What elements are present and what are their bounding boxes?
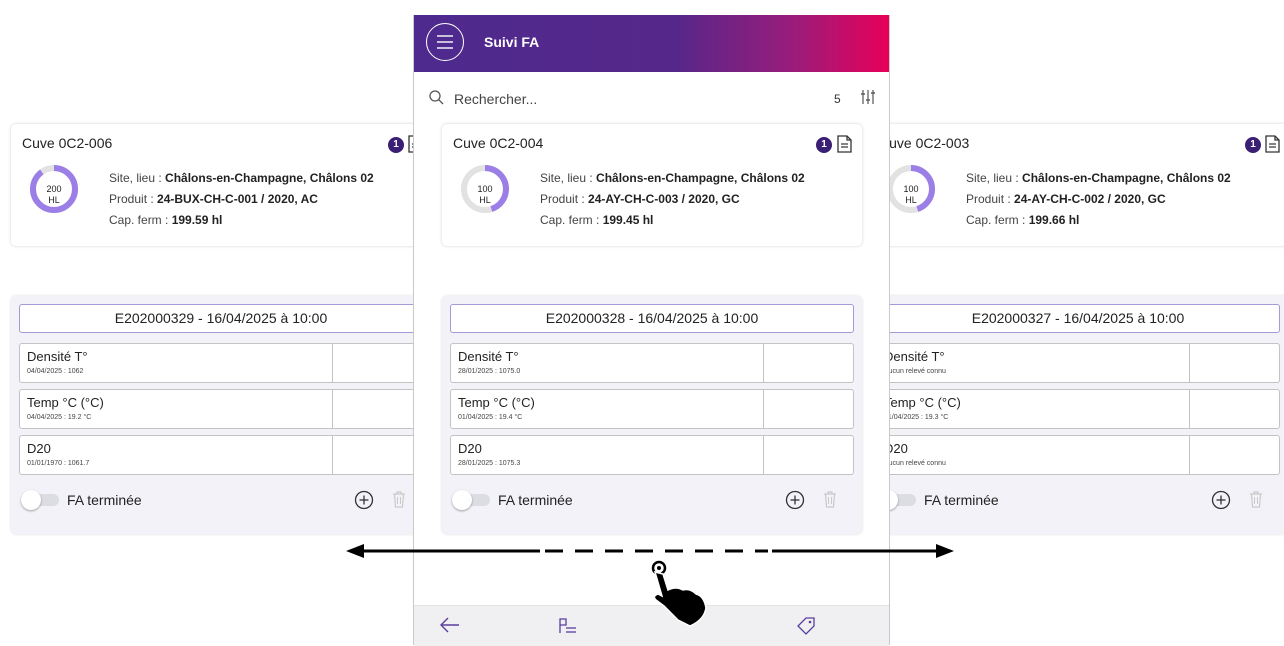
capacity-info: Cap. ferm : 199.45 hl bbox=[540, 213, 654, 227]
measure-input[interactable] bbox=[763, 389, 853, 429]
add-icon[interactable] bbox=[1211, 490, 1231, 515]
cuve-name: Cuve 0C2-003 bbox=[879, 135, 970, 151]
cuve-card[interactable]: Cuve 0C2-003 1 100 HL Site, lieu : Châlon… bbox=[868, 124, 1284, 246]
fa-card: E202000329 - 16/04/2025 à 10:00 Densité … bbox=[11, 296, 431, 534]
cuve-card[interactable]: Cuve 0C2-004 1 100 HL Site, lieu : Châlon… bbox=[442, 124, 862, 246]
measure-last-value: 01/01/1970 : 1061.7 bbox=[27, 460, 90, 467]
measure-last-value: 01/04/2025 : 19.3 °C bbox=[884, 414, 949, 421]
search-input[interactable] bbox=[454, 86, 754, 112]
app-bar: Suivi FA bbox=[414, 15, 889, 72]
notification-badge: 1 bbox=[816, 137, 832, 153]
add-icon[interactable] bbox=[785, 490, 805, 515]
search-bar: 5 bbox=[414, 72, 889, 124]
trash-icon[interactable] bbox=[391, 489, 407, 514]
add-icon[interactable] bbox=[354, 490, 374, 515]
measure-row[interactable]: D20 01/01/1970 : 1061.7 bbox=[19, 435, 423, 475]
phone-screen: Suivi FA 5 Cuve 0C2-004 1 100HL Site, li… bbox=[413, 15, 890, 646]
measure-input[interactable] bbox=[763, 435, 853, 475]
list-icon[interactable] bbox=[558, 617, 578, 640]
measure-row[interactable]: Temp °C (°C) 04/04/2025 : 19.2 °C bbox=[19, 389, 423, 429]
gauge-value: 100 HL bbox=[477, 184, 493, 205]
measure-input[interactable] bbox=[763, 343, 853, 383]
measure-label: Temp °C (°C) bbox=[458, 395, 535, 410]
bottom-bar bbox=[414, 605, 889, 646]
site-info: Site, lieu : Châlons-en-Champagne, Châlo… bbox=[540, 171, 805, 185]
result-count: 5 bbox=[834, 92, 841, 106]
capacity-info: Cap. ferm : 199.59 hl bbox=[109, 213, 223, 227]
measure-row[interactable]: D20 Aucun relevé connu bbox=[876, 435, 1280, 475]
measure-input[interactable] bbox=[1189, 435, 1279, 475]
trash-icon[interactable] bbox=[1248, 489, 1264, 514]
notification-badge: 1 bbox=[1245, 137, 1261, 153]
measure-input[interactable] bbox=[1189, 343, 1279, 383]
measure-label: Temp °C (°C) bbox=[27, 395, 104, 410]
measure-last-value: Aucun relevé connu bbox=[884, 368, 946, 375]
cuve-name: Cuve 0C2-006 bbox=[22, 135, 113, 151]
measure-label: Densité T° bbox=[884, 349, 945, 364]
measure-last-value: Aucun relevé connu bbox=[884, 460, 946, 467]
notification-badge: 1 bbox=[388, 137, 404, 153]
measure-last-value: 01/04/2025 : 19.4 °C bbox=[458, 414, 523, 421]
tag-icon[interactable] bbox=[796, 617, 816, 640]
toggle-label: FA terminée bbox=[67, 492, 142, 508]
toggle-label: FA terminée bbox=[498, 492, 573, 508]
menu-icon bbox=[437, 35, 453, 49]
measure-row[interactable]: Densité T° 04/04/2025 : 1062 bbox=[19, 343, 423, 383]
swipe-arrow-head-left bbox=[346, 544, 364, 558]
measure-label: Temp °C (°C) bbox=[884, 395, 961, 410]
fa-header[interactable]: E202000329 - 16/04/2025 à 10:00 bbox=[19, 304, 423, 333]
measure-row[interactable]: Temp °C (°C) 01/04/2025 : 19.3 °C bbox=[876, 389, 1280, 429]
cuve-name: Cuve 0C2-004 bbox=[453, 135, 544, 151]
product-info: Produit : 24-BUX-CH-C-001 / 2020, AC bbox=[109, 192, 318, 206]
measure-last-value: 04/04/2025 : 19.2 °C bbox=[27, 414, 92, 421]
fa-finished-toggle[interactable] bbox=[21, 490, 61, 510]
fa-card: E202000328 - 16/04/2025 à 10:00 Densité … bbox=[442, 296, 862, 534]
site-info: Site, lieu : Châlons-en-Champagne, Châlo… bbox=[109, 171, 374, 185]
measure-row[interactable]: Densité T° 28/01/2025 : 1075.0 bbox=[450, 343, 854, 383]
measure-label: D20 bbox=[27, 441, 51, 456]
product-info: Produit : 24-AY-CH-C-002 / 2020, GC bbox=[966, 192, 1166, 206]
measure-input[interactable] bbox=[332, 389, 422, 429]
measure-label: D20 bbox=[458, 441, 482, 456]
cuve-card[interactable]: Cuve 0C2-006 1 200 HL Site, lieu : Châlon… bbox=[11, 124, 431, 246]
measure-input[interactable] bbox=[332, 343, 422, 383]
measure-label: Densité T° bbox=[458, 349, 519, 364]
capacity-info: Cap. ferm : 199.66 hl bbox=[966, 213, 1080, 227]
fa-header[interactable]: E202000327 - 16/04/2025 à 10:00 bbox=[876, 304, 1280, 333]
fa-card: E202000327 - 16/04/2025 à 10:00 Densité … bbox=[868, 296, 1284, 534]
gauge-value: 200 HL bbox=[46, 184, 62, 205]
fa-finished-toggle[interactable] bbox=[452, 490, 492, 510]
document-icon[interactable] bbox=[837, 135, 852, 158]
product-info: Produit : 24-AY-CH-C-003 / 2020, GC bbox=[540, 192, 740, 206]
measure-row[interactable]: Densité T° Aucun relevé connu bbox=[876, 343, 1280, 383]
search-icon bbox=[429, 90, 444, 110]
measure-input[interactable] bbox=[332, 435, 422, 475]
gauge-value: 100 HL bbox=[903, 184, 919, 205]
measure-row[interactable]: Temp °C (°C) 01/04/2025 : 19.4 °C bbox=[450, 389, 854, 429]
app-title: Suivi FA bbox=[484, 34, 540, 50]
menu-button[interactable] bbox=[426, 23, 464, 61]
site-info: Site, lieu : Châlons-en-Champagne, Châlo… bbox=[966, 171, 1231, 185]
trash-icon[interactable] bbox=[822, 489, 838, 514]
swipe-arrow-head-right bbox=[936, 544, 954, 558]
measure-label: Densité T° bbox=[27, 349, 88, 364]
fa-header[interactable]: E202000328 - 16/04/2025 à 10:00 bbox=[450, 304, 854, 333]
arrow-left-icon[interactable] bbox=[440, 617, 460, 638]
filter-icon[interactable] bbox=[860, 89, 876, 110]
measure-input[interactable] bbox=[1189, 389, 1279, 429]
measure-last-value: 28/01/2025 : 1075.0 bbox=[458, 368, 521, 375]
toggle-label: FA terminée bbox=[924, 492, 999, 508]
document-icon[interactable] bbox=[1265, 135, 1280, 158]
measure-last-value: 28/01/2025 : 1075.3 bbox=[458, 460, 521, 467]
measure-last-value: 04/04/2025 : 1062 bbox=[27, 368, 84, 375]
measure-row[interactable]: D20 28/01/2025 : 1075.3 bbox=[450, 435, 854, 475]
